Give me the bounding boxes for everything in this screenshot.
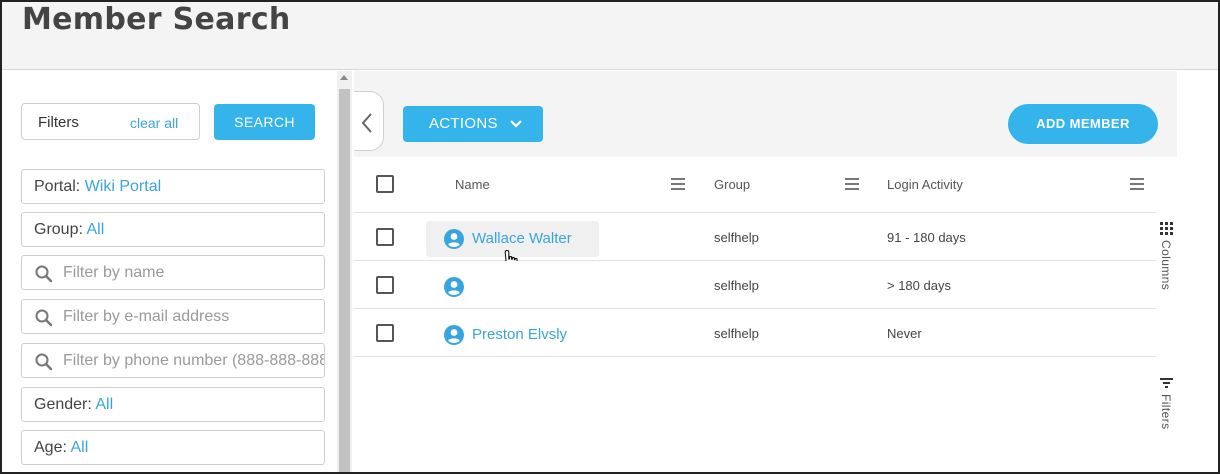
column-menu-icon[interactable] [845,178,859,190]
gender-filter-value: All [95,396,114,413]
member-group: selfhelp [714,230,759,245]
user-circle-icon [444,325,464,345]
magnifier-icon [35,353,53,371]
filter-panel: Filters clear all SEARCH Portal: Wiki Po… [2,71,337,472]
phone-filter-placeholder: Filter by phone number (888-888-8888) [63,352,325,369]
page-header: Member Search [2,2,1218,70]
app-window: Member Search Filters clear all SEARCH P… [0,0,1220,474]
grid-header-row: Name Group Login Activity [354,157,1156,213]
member-name-cell[interactable] [426,269,486,305]
portal-filter-label: Portal: [34,178,85,195]
magnifier-icon [35,265,53,283]
portal-filter-value: Wiki Portal [84,178,162,195]
member-name-link[interactable]: Preston Elvsly [472,326,567,343]
age-filter-value: All [70,439,89,456]
scroll-thumb[interactable] [339,89,350,472]
chevron-down-icon [510,120,522,128]
add-member-button[interactable]: ADD MEMBER [1008,104,1158,144]
name-filter-input[interactable]: Filter by name [21,255,325,290]
group-filter-value: All [86,221,105,238]
page-title: Member Search [22,2,291,37]
name-filter-placeholder: Filter by name [63,264,165,281]
member-login-activity: Never [887,326,922,341]
results-toolbar: ACTIONS ADD MEMBER [354,71,1177,157]
gender-filter-label: Gender: [34,396,96,413]
member-name-cell[interactable]: Preston Elvsly [426,317,596,353]
table-row[interactable]: Wallace Walter selfhelp 91 - 180 days [354,213,1156,270]
user-circle-icon [444,229,464,249]
actions-label: ACTIONS [429,115,498,132]
member-name-link[interactable]: Wallace Walter [472,230,572,247]
filters-panel-tab[interactable]: Filters [1155,372,1179,442]
group-filter-label: Group: [34,221,87,238]
column-header-group[interactable]: Group [714,177,750,192]
email-filter-placeholder: Filter by e-mail address [63,308,230,325]
column-header-name[interactable]: Name [455,177,490,192]
member-group: selfhelp [714,326,759,341]
email-filter-input[interactable]: Filter by e-mail address [21,299,325,334]
user-circle-icon [444,277,464,297]
actions-dropdown-button[interactable]: ACTIONS [403,106,543,142]
column-menu-icon[interactable] [1130,178,1144,190]
select-all-checkbox[interactable] [376,175,394,193]
filter-lines-icon [1160,378,1173,388]
collapse-filters-button[interactable] [354,91,384,151]
clear-all-link[interactable]: clear all [130,115,178,131]
column-header-login-activity[interactable]: Login Activity [887,177,963,192]
search-button[interactable]: SEARCH [214,104,315,140]
member-login-activity: 91 - 180 days [887,230,966,245]
filters-tab-label: Filters [1159,394,1173,430]
age-filter-select[interactable]: Age: All [21,430,325,465]
table-row[interactable]: selfhelp > 180 days [354,261,1156,309]
filters-label: Filters [38,114,79,131]
grid-side-toolbar: Columns Filters [1155,216,1179,472]
group-filter-select[interactable]: Group: All [21,212,325,247]
chevron-left-icon [361,113,372,133]
column-menu-icon[interactable] [671,178,685,190]
gender-filter-select[interactable]: Gender: All [21,387,325,422]
portal-filter-select[interactable]: Portal: Wiki Portal [21,169,325,204]
row-checkbox[interactable] [376,276,394,294]
phone-filter-input[interactable]: Filter by phone number (888-888-8888) [21,343,325,378]
filter-panel-scrollbar[interactable] [337,71,352,472]
table-row[interactable]: Preston Elvsly selfhelp Never [354,309,1156,357]
member-group: selfhelp [714,278,759,293]
scroll-up-arrow-icon[interactable] [340,75,348,80]
filters-header-box: Filters clear all [21,103,200,140]
columns-tab-label: Columns [1159,240,1173,291]
magnifier-icon [35,309,53,327]
age-filter-label: Age: [34,439,71,456]
row-checkbox[interactable] [376,228,394,246]
row-checkbox[interactable] [376,324,394,342]
results-area: ACTIONS ADD MEMBER Name Group Login Acti… [354,71,1177,472]
columns-grid-icon [1160,222,1173,235]
member-login-activity: > 180 days [887,278,951,293]
columns-panel-tab[interactable]: Columns [1155,216,1179,306]
